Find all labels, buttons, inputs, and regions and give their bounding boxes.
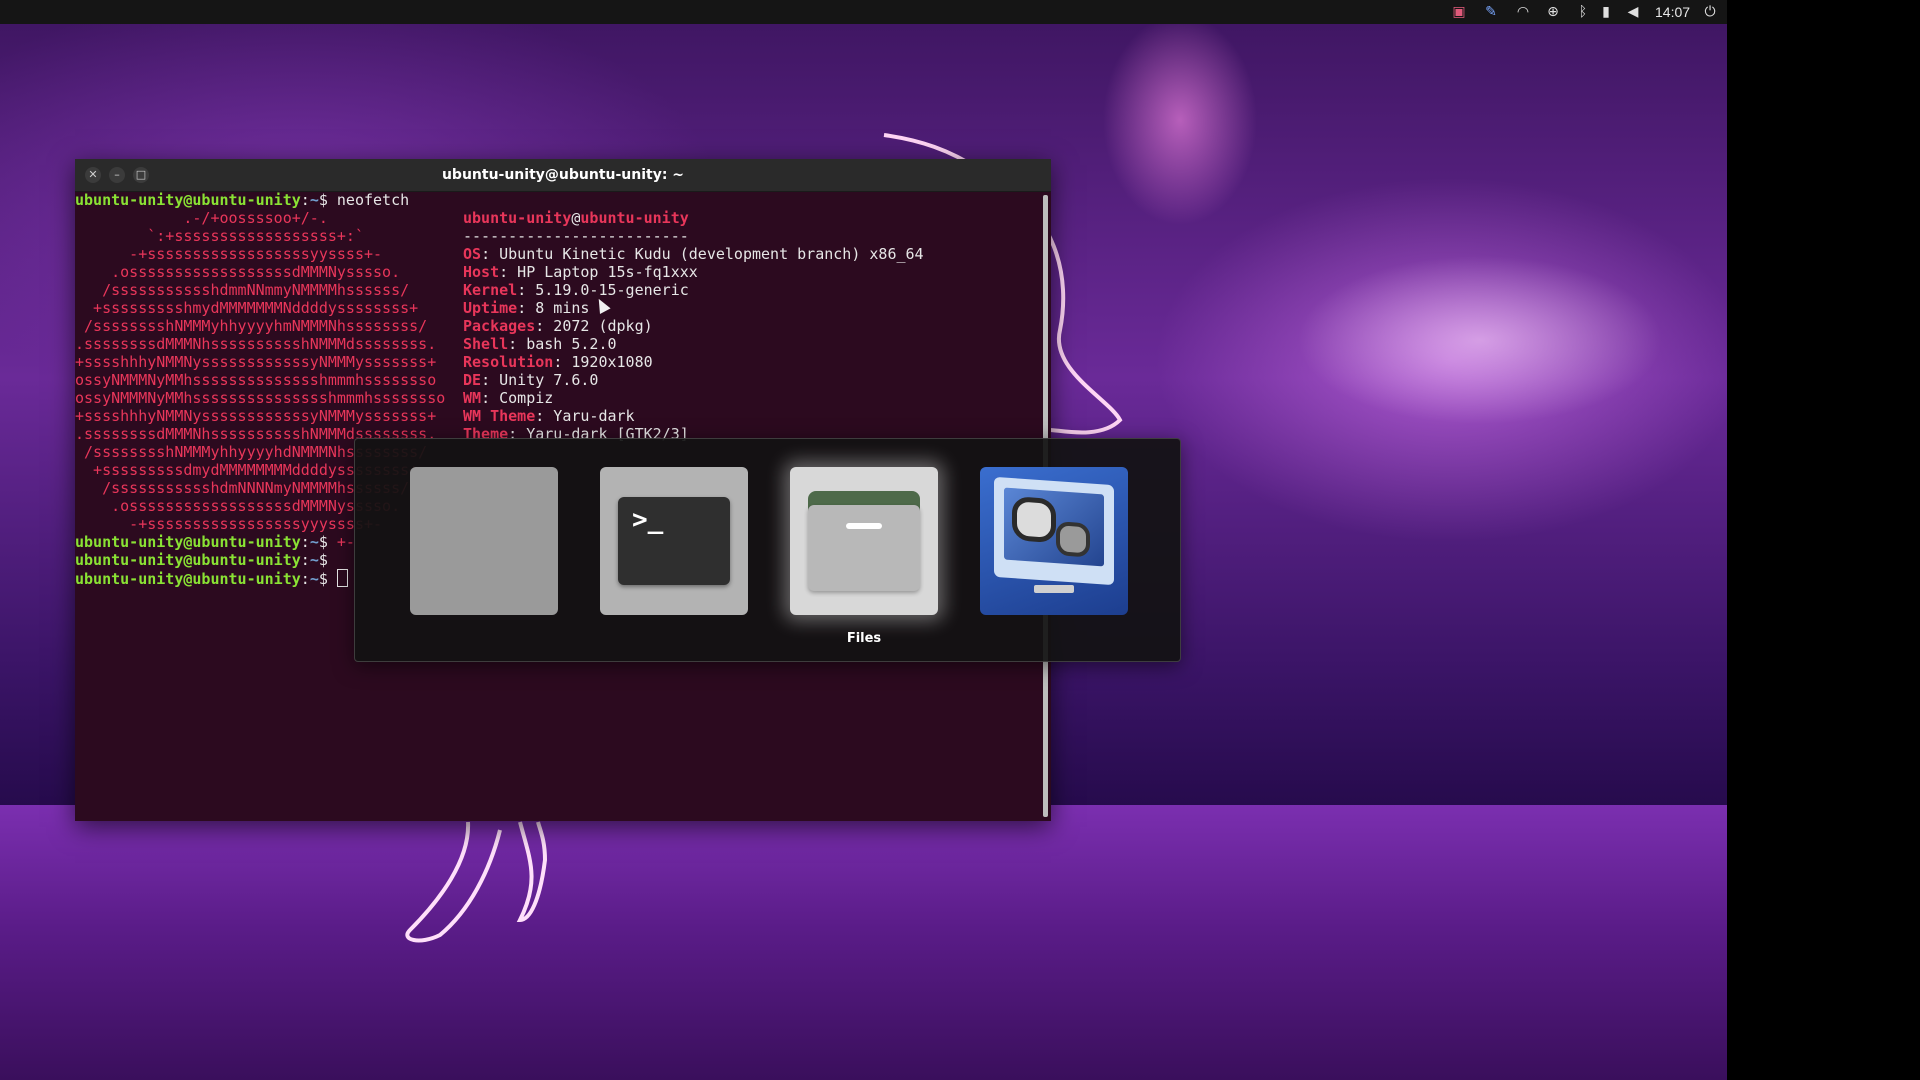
- ascii-art-line: +sssshhhyNMMNyssssssssssssyNMMMysssssss+: [75, 407, 437, 425]
- ascii-art-line: .ossssssssssssssssssdMMMNysssso.: [75, 497, 401, 515]
- info-row: WM: Compiz: [463, 389, 554, 407]
- terminal-app-icon: >_: [618, 497, 730, 585]
- switcher-item-files[interactable]: [790, 467, 938, 615]
- power-icon[interactable]: ⏻: [1701, 3, 1719, 21]
- ascii-art-line: +ssssssssshmydMMMMMMMNddddyssssssss+: [75, 299, 419, 317]
- info-row: WM Theme: Yaru-dark: [463, 407, 635, 425]
- clock[interactable]: 14:07: [1655, 3, 1690, 21]
- pen-icon[interactable]: ✎: [1482, 3, 1500, 21]
- neofetch-separator: -------------------------: [463, 227, 689, 245]
- ascii-art-line: .ssssssssdMMMNhsssssssssshNMMMdssssssss.: [75, 335, 437, 353]
- switcher-item-terminal[interactable]: >_: [600, 467, 748, 615]
- ascii-art-line: -+sssssssssssssssssyyyssss+-: [75, 515, 383, 533]
- info-row: Shell: bash 5.2.0: [463, 335, 617, 353]
- neofetch-header: ubuntu-unity@ubuntu-unity: [463, 209, 689, 227]
- info-row: Uptime: 8 mins: [463, 299, 590, 317]
- bluetooth-icon[interactable]: ᛒ: [1574, 3, 1592, 21]
- terminal-titlebar[interactable]: ✕ – □ ubuntu-unity@ubuntu-unity: ~: [75, 159, 1051, 192]
- info-row: DE: Unity 7.6.0: [463, 371, 599, 389]
- ascii-art-line: +sssshhhyNMMNyssssssssssssyNMMMysssssss+: [75, 353, 437, 371]
- info-row: OS: Ubuntu Kinetic Kudu (development bra…: [463, 245, 924, 263]
- switcher-item-media-player[interactable]: [980, 467, 1128, 615]
- prompt-line: ubuntu-unity@ubuntu-unity:~$: [75, 551, 337, 569]
- terminal-title: ubuntu-unity@ubuntu-unity: ~: [441, 167, 685, 183]
- screen-capture-icon[interactable]: ▣: [1450, 3, 1468, 21]
- info-row: Host: HP Laptop 15s-fq1xxx: [463, 263, 698, 281]
- switcher-item-blank[interactable]: [410, 467, 558, 615]
- prompt-line: ubuntu-unity@ubuntu-unity:~$: [75, 569, 348, 588]
- ascii-art-line: /ssssssssssshdmmNNmmyNMMMMhssssss/: [75, 281, 410, 299]
- ascii-art-line: /sssssssshNMMMyhhyyyyhmNMMMNhssssssss/: [75, 317, 428, 335]
- ascii-art-line: .ossssssssssssssssssdMMMNysssso.: [75, 263, 401, 281]
- info-row: Resolution: 1920x1080: [463, 353, 653, 371]
- ascii-art-line: `:+ssssssssssssssssss+:`: [75, 227, 364, 245]
- info-row: Packages: 2072 (dpkg): [463, 317, 653, 335]
- globe-icon[interactable]: ⊕: [1544, 3, 1562, 21]
- ascii-art-line: ossyNMMMNyMMhssssssssssssssshmmmhsssssss…: [75, 389, 446, 407]
- battery-icon[interactable]: ▮: [1597, 3, 1615, 21]
- ascii-art-line: .-/+oossssoo+/-.: [75, 209, 328, 227]
- media-player-icon: [994, 476, 1114, 586]
- top-panel: ▣ ✎ ◠ ⊕ ᛒ ▮ ◀ 14:07 ⏻: [0, 0, 1727, 24]
- prompt-line: ubuntu-unity@ubuntu-unity:~$ neofetch: [75, 191, 410, 209]
- wifi-icon[interactable]: ◠: [1514, 3, 1532, 21]
- switcher-selected-label: Files: [846, 631, 882, 646]
- prompt-line: ubuntu-unity@ubuntu-unity:~$ +-: [75, 533, 355, 551]
- info-row: Kernel: 5.19.0-15-generic: [463, 281, 689, 299]
- app-switcher: >_ Files: [354, 438, 1181, 662]
- folder-icon: [808, 491, 920, 591]
- ascii-art-line: -+ssssssssssssssssssyyssss+-: [75, 245, 383, 263]
- text-cursor: [336, 569, 348, 587]
- volume-icon[interactable]: ◀: [1624, 3, 1642, 21]
- ascii-art-line: ossyNMMMNyMMhsssssssssssssshmmmhssssssso: [75, 371, 437, 389]
